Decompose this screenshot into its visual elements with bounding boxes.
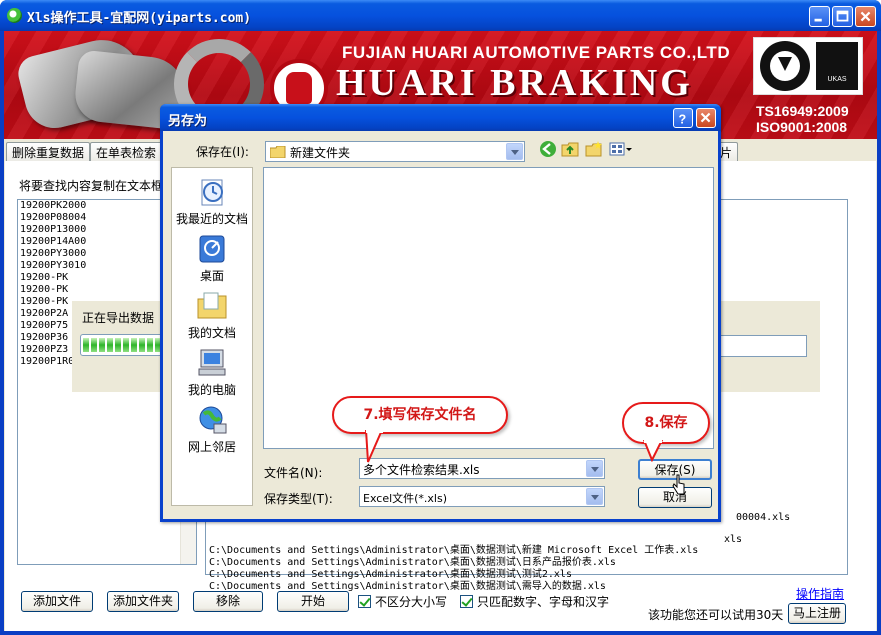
add-file-button[interactable]: 添加文件 <box>21 591 93 612</box>
new-folder-icon[interactable] <box>585 140 603 158</box>
minimize-button[interactable] <box>809 6 830 27</box>
filename-combo[interactable]: 多个文件检索结果.xls <box>359 458 605 479</box>
cert-iso9001: ISO9001:2008 <box>756 119 848 135</box>
alnum-only-label: 只匹配数字、字母和汉字 <box>477 595 610 609</box>
result-line[interactable]: C:\Documents and Settings\Administrator\… <box>209 581 606 593</box>
instruction-text: 将要查找内容复制在文本框 <box>19 179 164 193</box>
chevron-down-icon[interactable] <box>586 460 603 477</box>
save-in-label: 保存在(I): <box>196 145 249 159</box>
progress-segment <box>91 338 97 352</box>
save-in-value: 新建文件夹 <box>290 146 351 160</box>
export-status-label: 正在导出数据 <box>82 311 155 325</box>
brand-name: HUARI BRAKING <box>336 62 693 104</box>
up-folder-icon[interactable] <box>561 140 579 158</box>
bsi-logo <box>760 41 810 91</box>
progress-segment <box>123 338 129 352</box>
title-bar[interactable]: Xls操作工具-宜配网(yiparts.com) <box>0 0 881 31</box>
folder-icon <box>270 146 286 158</box>
chevron-down-icon[interactable] <box>506 143 523 160</box>
register-button[interactable]: 马上注册 <box>788 603 846 624</box>
progress-segment <box>83 338 89 352</box>
trial-notice: 该功能您还可以试用30天 <box>648 608 784 622</box>
alnum-only-checkbox[interactable] <box>460 595 473 608</box>
progress-segment <box>99 338 105 352</box>
case-insensitive-label: 不区分大小写 <box>375 595 448 609</box>
place-recent[interactable]: 我最近的文档 <box>172 176 252 227</box>
callout-step8-pointer <box>642 440 664 462</box>
maximize-icon <box>836 10 849 22</box>
dialog-title-bar[interactable]: 另存为 ? <box>160 104 721 131</box>
cert-ts16949: TS16949:2009 <box>756 103 849 119</box>
network-places-icon <box>199 406 227 434</box>
help-icon: ? <box>679 112 687 126</box>
save-in-combo[interactable]: 新建文件夹 <box>265 141 525 162</box>
tab-remove-duplicates[interactable]: 删除重复数据 <box>6 142 91 161</box>
filetype-value: Excel文件(*.xls) <box>363 492 448 505</box>
save-as-dialog: 另存为 ? 保存在(I): 新建文件夹 我最近的文档 桌面 我的文档 我的电脑 … <box>160 104 721 522</box>
export-progress-bar <box>80 334 170 356</box>
result-filename-tail: 00004.xls <box>736 512 791 523</box>
result-line[interactable]: C:\Documents and Settings\Administrator\… <box>209 545 698 557</box>
help-link[interactable]: 操作指南 <box>796 585 844 602</box>
dialog-title: 另存为 <box>168 114 208 129</box>
add-folder-button[interactable]: 添加文件夹 <box>107 591 179 612</box>
company-name: FUJIAN HUARI AUTOMOTIVE PARTS CO.,LTD <box>342 43 731 62</box>
minimize-icon <box>814 18 822 22</box>
chevron-down-icon[interactable] <box>586 488 603 505</box>
progress-segment <box>147 338 153 352</box>
window-title: Xls操作工具-宜配网(yiparts.com) <box>27 11 252 26</box>
remove-button[interactable]: 移除 <box>193 591 263 612</box>
dialog-client: 保存在(I): 新建文件夹 我最近的文档 桌面 我的文档 我的电脑 网上邻居 文… <box>163 131 718 519</box>
close-icon <box>700 112 711 123</box>
filename-label: 文件名(N): <box>264 466 323 480</box>
close-button[interactable] <box>855 6 876 27</box>
certification-logos: UKAS <box>753 37 863 95</box>
progress-segment <box>139 338 145 352</box>
place-desktop[interactable]: 桌面 <box>172 233 252 284</box>
progress-segment <box>115 338 121 352</box>
tab-single-sheet-search[interactable]: 在单表检索 <box>90 142 163 161</box>
export-path-field[interactable] <box>717 335 807 357</box>
callout-step7-pointer <box>364 430 384 463</box>
my-documents-icon <box>197 292 227 319</box>
svg-text:?: ? <box>679 112 687 126</box>
view-menu-icon[interactable] <box>609 140 633 158</box>
result-line[interactable]: C:\Documents and Settings\Administrator\… <box>209 569 572 581</box>
app-icon <box>7 8 22 23</box>
places-bar: 我最近的文档 桌面 我的文档 我的电脑 网上邻居 <box>171 167 253 506</box>
maximize-button[interactable] <box>832 6 853 27</box>
recent-documents-icon <box>201 179 223 206</box>
place-my-documents[interactable]: 我的文档 <box>172 290 252 341</box>
filetype-label: 保存类型(T): <box>264 492 333 506</box>
back-icon[interactable] <box>539 140 557 158</box>
dialog-help-button[interactable]: ? <box>673 108 693 128</box>
progress-segment <box>131 338 137 352</box>
close-icon <box>860 11 871 22</box>
callout-step7: 7.填写保存文件名 <box>332 396 508 434</box>
start-button[interactable]: 开始 <box>277 591 349 612</box>
progress-segment <box>107 338 113 352</box>
my-computer-icon <box>198 349 226 376</box>
result-filename-tail-2: xls <box>724 534 743 545</box>
filetype-combo[interactable]: Excel文件(*.xls) <box>359 486 605 507</box>
place-my-computer[interactable]: 我的电脑 <box>172 347 252 398</box>
mouse-cursor-icon <box>672 474 685 495</box>
case-insensitive-checkbox[interactable] <box>358 595 371 608</box>
ukas-label: UKAS <box>827 76 847 83</box>
place-network[interactable]: 网上邻居 <box>172 404 252 455</box>
callout-step8: 8.保存 <box>622 402 710 444</box>
result-line[interactable]: C:\Documents and Settings\Administrator\… <box>209 557 616 569</box>
dialog-close-button[interactable] <box>696 108 716 128</box>
desktop-icon <box>199 235 225 263</box>
